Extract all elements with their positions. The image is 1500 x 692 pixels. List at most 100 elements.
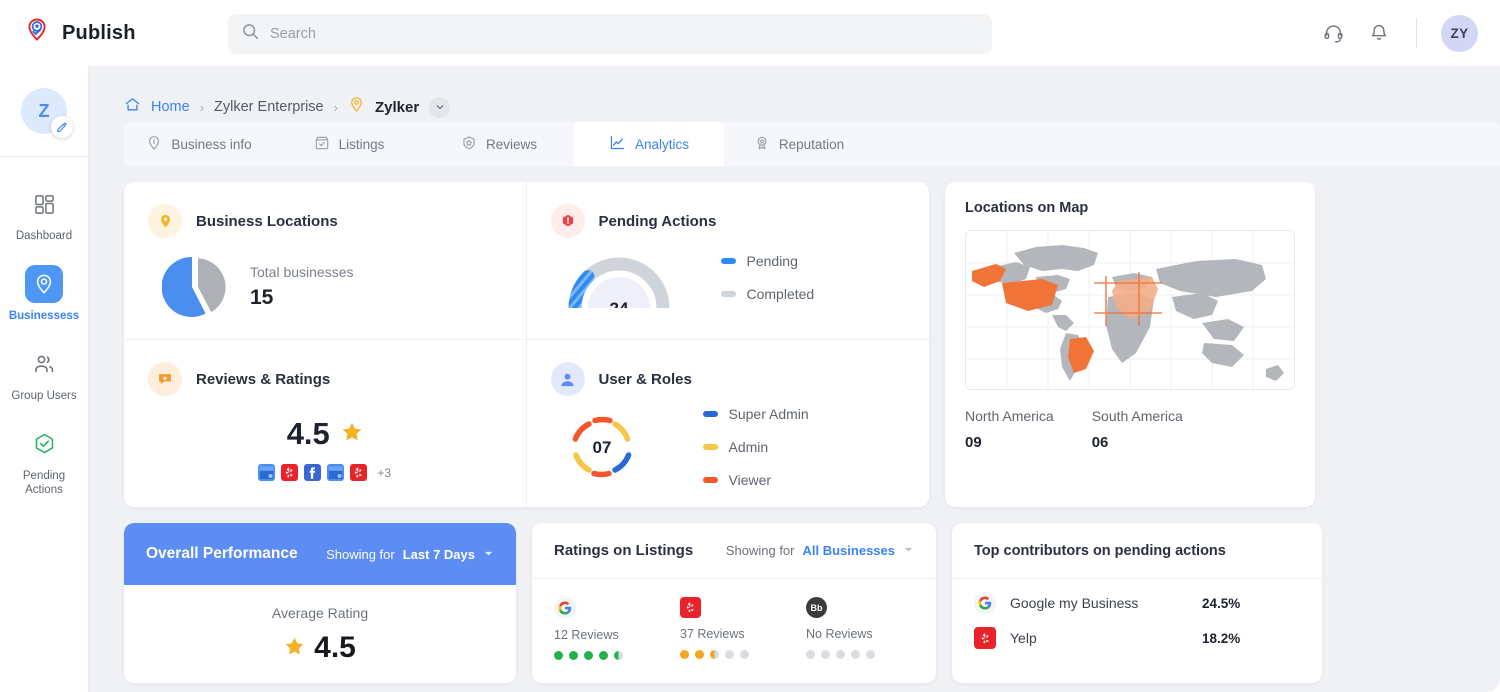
map-stat: South America 06 [1092,408,1183,451]
world-map[interactable] [965,230,1295,390]
kpi-reviews-ratings: Reviews & Ratings 4.5 [124,340,527,507]
tab-label: Analytics [635,137,689,152]
kpi-body: Total businesses 15 [148,254,502,320]
tab-bar: Business info Listings [124,122,1500,166]
overall-performance-header: Overall Performance Showing for Last 7 D… [124,523,516,585]
top-contributors-header: Top contributors on pending actions [952,523,1322,579]
reviews-rating-block: 4.5 [148,416,502,481]
rating-dot [554,651,563,660]
rating-item-yelp: 37 Reviews [680,597,772,660]
org-avatar-wrapper[interactable]: Z [21,88,67,134]
contributor-name: Google my Business [1010,595,1188,611]
facebook-icon [304,464,321,481]
card-title: Ratings on Listings [554,542,693,559]
total-businesses-label: Total businesses [250,264,354,280]
performance-period-filter[interactable]: Showing for Last 7 Days [326,547,494,562]
map-stat-label: South America [1092,408,1183,424]
kpi-title: Pending Actions [599,213,717,230]
tab-analytics[interactable]: Analytics [574,122,724,166]
overall-performance-body: Average Rating 4.5 [124,585,516,665]
legend-swatch [721,258,736,264]
breadcrumb-pin-icon [348,96,365,118]
search-input[interactable] [270,26,978,42]
yelp-icon [350,464,367,481]
store-check-icon [314,135,330,154]
tab-reviews[interactable]: Reviews [424,122,574,166]
rating-dot [806,650,815,659]
breadcrumb: Home › Zylker Enterprise › Zylker [89,66,1500,122]
kpi-body: 24 Pending Completed [551,246,906,308]
filter-prefix: Showing for [326,547,395,562]
review-count: 12 Reviews [554,628,646,642]
chevron-down-icon [483,547,494,562]
kpi-user-roles: User & Roles [527,340,930,507]
legend-item: Completed [721,286,815,302]
tab-listings[interactable]: Listings [274,122,424,166]
breadcrumb-enterprise[interactable]: Zylker Enterprise [214,99,324,115]
google-icon [554,597,576,619]
google-business-icon [327,464,344,481]
total-businesses-block: Total businesses 15 [250,264,354,310]
filter-value: All Businesses [803,543,896,558]
google-business-icon [258,464,275,481]
sidebar-item-dashboard[interactable]: Dashboard [0,175,88,255]
ratings-header: Ratings on Listings Showing for All Busi… [532,523,936,579]
kpi-header: User & Roles [551,362,906,396]
star-icon [341,421,363,448]
legend-item: Viewer [703,472,809,488]
breadcrumb-separator: › [334,100,338,115]
locations-map-card: Locations on Map [945,182,1315,507]
review-count: No Reviews [806,627,898,641]
edit-pencil-icon[interactable] [51,116,73,138]
average-rating-label: Average Rating [272,605,368,621]
contributor-percent: 18.2% [1202,631,1240,646]
kpi-pending-actions: Pending Actions [527,182,930,340]
filter-value: Last 7 Days [403,547,475,562]
top-bar-actions: ZY [1320,0,1478,66]
sidebar-item-businessess[interactable]: Businessess [0,255,88,335]
kpi-card: Business Locations Total businesses 15 [124,182,929,507]
tab-reputation[interactable]: Reputation [724,122,874,166]
contributor-name: Yelp [1010,630,1188,646]
breadcrumb-home[interactable]: Home [151,99,190,115]
sidebar-item-group-users[interactable]: Group Users [0,335,88,415]
notifications-bell-icon[interactable] [1366,20,1392,46]
contributor-row: Yelp 18.2% [952,614,1322,649]
rating-dot-half [710,650,719,659]
info-pin-icon [146,135,162,154]
support-headset-icon[interactable] [1320,20,1346,46]
sidebar-nav: Dashboard Businessess [0,157,88,509]
legend-label: Viewer [729,472,772,488]
top-bar: Publish [0,0,1500,66]
hexagon-check-icon [25,425,63,463]
sidebar-item-label: Dashboard [16,229,72,243]
card-title: Overall Performance [146,545,298,563]
brand-logo[interactable]: Publish [22,16,202,51]
user-avatar[interactable]: ZY [1441,15,1478,52]
average-rating-value: 4.5 [314,631,356,665]
search-bar[interactable] [228,14,992,54]
kpi-business-locations: Business Locations Total businesses 15 [124,182,527,340]
top-contributors-card: Top contributors on pending actions Goog… [952,523,1322,683]
contributor-percent: 24.5% [1202,596,1240,611]
home-icon[interactable] [124,96,141,118]
ratings-list: 12 Reviews [532,579,936,660]
ratings-business-filter[interactable]: Showing for All Businesses [726,543,914,558]
kpi-header: Business Locations [148,204,502,238]
star-badge-icon [461,135,477,154]
location-pin-icon [148,204,182,238]
yelp-icon [680,597,701,618]
sidebar-item-pending-actions[interactable]: Pending Actions [0,415,88,509]
rating-dot [851,650,860,659]
review-count: 37 Reviews [680,627,772,641]
pending-actions-legend: Pending Completed [721,253,815,302]
legend-label: Super Admin [729,406,809,422]
search-icon [242,23,259,45]
total-businesses-value: 15 [250,286,354,310]
yelp-icon [974,627,996,649]
tab-business-info[interactable]: Business info [124,122,274,166]
user-avatar-icon [551,362,585,396]
tab-label: Business info [171,137,251,152]
breadcrumb-current: Zylker [375,99,419,116]
chevron-down-icon[interactable] [429,97,450,118]
